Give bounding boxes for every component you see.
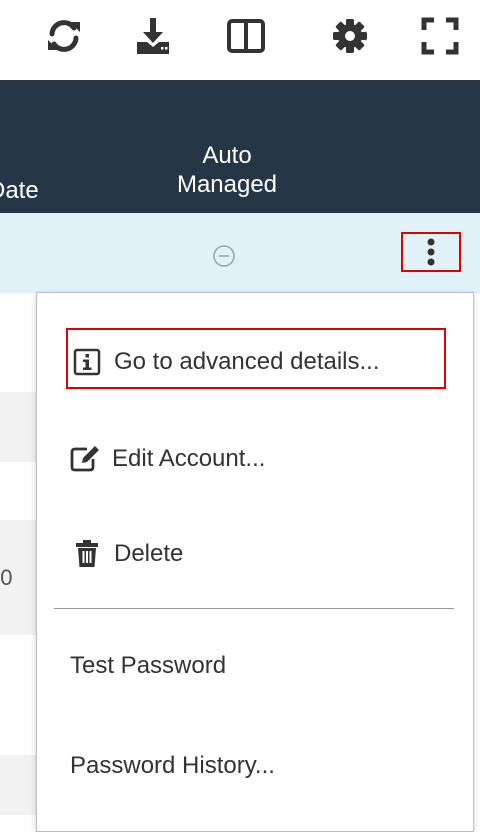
columns-icon[interactable] [226, 14, 266, 58]
auto-managed-label-line2: Managed [176, 171, 278, 198]
menu-item-label: Test Password [70, 652, 227, 679]
menu-item-label: Delete [114, 540, 184, 567]
menu-item-password-history[interactable]: Password History... [0, 738, 480, 794]
menu-item-label: Edit Account... [112, 445, 266, 472]
column-header-auto-managed[interactable]: Auto Managed [160, 141, 294, 199]
menu-item-advanced-details[interactable]: Go to advanced details... [0, 334, 480, 390]
download-icon[interactable] [133, 14, 173, 58]
settings-icon[interactable] [330, 14, 370, 58]
fullscreen-icon[interactable] [420, 14, 460, 58]
row-actions-button[interactable] [401, 232, 461, 272]
menu-item-label: Password History... [70, 752, 275, 779]
vertical-ellipsis-icon [427, 238, 435, 266]
toolbar [0, 0, 480, 80]
menu-item-test-password[interactable]: Test Password [0, 638, 480, 694]
minus-circle-icon [212, 244, 236, 268]
column-header-date[interactable]: Date [0, 177, 39, 205]
refresh-icon[interactable] [44, 14, 84, 58]
menu-divider [54, 608, 454, 609]
menu-item-edit-account[interactable]: Edit Account... [0, 431, 480, 487]
menu-item-label: Go to advanced details... [114, 348, 380, 375]
menu-item-delete[interactable]: Delete [0, 526, 480, 582]
info-icon [70, 347, 104, 377]
edit-icon [68, 444, 102, 474]
auto-managed-label-line1: Auto [202, 142, 252, 169]
trash-icon [70, 539, 104, 569]
